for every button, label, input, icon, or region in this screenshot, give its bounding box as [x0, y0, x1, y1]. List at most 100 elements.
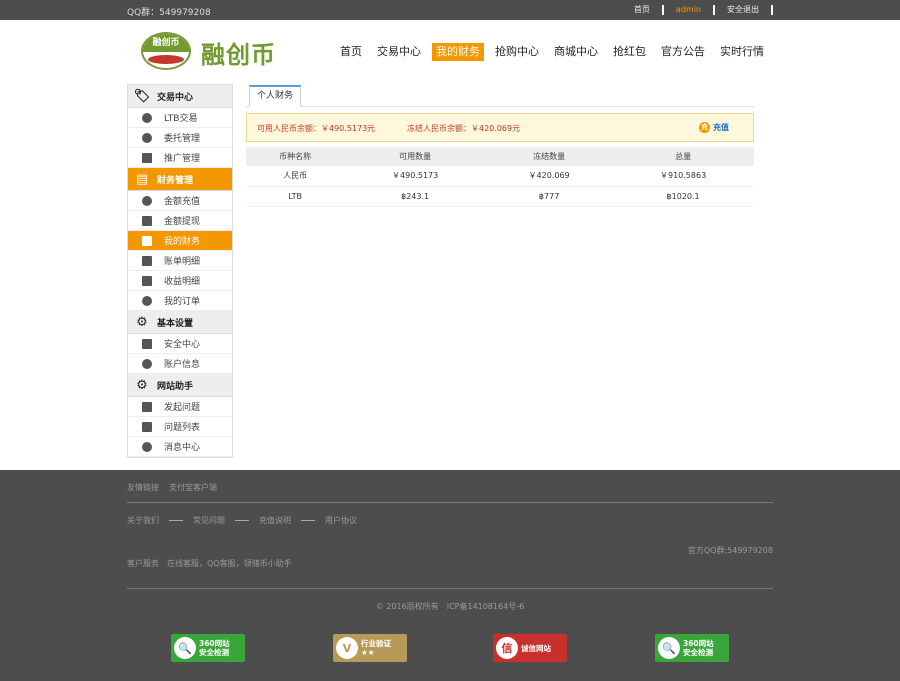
alipay-client-link[interactable]: 支付宝客户端: [169, 482, 217, 493]
pie-icon: [142, 295, 152, 306]
username-link[interactable]: admin: [664, 4, 713, 16]
sidebar-item-security[interactable]: 安全中心: [128, 334, 232, 354]
sidebar-section-assistant[interactable]: ⚙ 网站助手: [128, 374, 232, 397]
sidebar-item-label: 推广管理: [164, 154, 201, 164]
image-icon: [142, 152, 152, 163]
sidebar-item-label: 委托管理: [164, 134, 201, 144]
table-header-row: 币种名称 可用数量 冻结数量 总量: [246, 147, 754, 166]
finance-table: 币种名称 可用数量 冻结数量 总量 人民币 ￥490.5173 ￥420.069…: [246, 147, 754, 207]
tab-personal-finance[interactable]: 个人财务: [249, 85, 302, 107]
section-title: 财务管理: [157, 175, 194, 186]
section-title: 基本设置: [157, 318, 194, 329]
content-tabbar: 个人财务: [246, 84, 754, 107]
sidebar-item-label: 收益明细: [164, 277, 201, 287]
recharge-button[interactable]: 充 充值: [699, 122, 729, 133]
document-icon: [142, 421, 152, 432]
sidebar-section-settings[interactable]: ⚙ 基本设置: [128, 311, 232, 334]
sidebar-item-messages[interactable]: 消息中心: [128, 437, 232, 457]
sidebar-item-my-orders[interactable]: 我的订单: [128, 291, 232, 311]
about-us-link[interactable]: 关于我们: [127, 515, 159, 526]
nav-rush-buy[interactable]: 抢购中心: [491, 43, 543, 61]
badge-industry-verified[interactable]: V 行业验证 ★★: [333, 634, 407, 662]
sidebar-item-label: 消息中心: [164, 443, 201, 453]
badge-label: 360网站 安全检测: [683, 639, 714, 657]
user-agreement-link[interactable]: 用户协议: [325, 515, 357, 526]
about-links: 关于我们 常见问题 充值说明 用户协议: [127, 515, 357, 526]
badge-360-security[interactable]: 🔍 360网站 安全检测: [171, 634, 245, 662]
circle-icon: [142, 112, 152, 123]
table-cell: ￥420.069: [486, 166, 613, 187]
table-cell: ￥490.5173: [344, 166, 487, 187]
download-icon: [142, 195, 152, 206]
nav-home[interactable]: 首页: [336, 43, 366, 61]
column-header: 币种名称: [246, 147, 345, 166]
table-cell: ฿777: [486, 186, 613, 207]
sidebar-item-label: 问题列表: [164, 423, 201, 433]
bill-icon: [142, 255, 152, 266]
home-link[interactable]: 首页: [622, 4, 662, 16]
faq-link[interactable]: 常见问题: [193, 515, 225, 526]
friend-links-label: 友情链接: [127, 483, 159, 492]
magnifier-icon: 🔍: [658, 637, 680, 659]
recharge-icon: 充: [699, 122, 710, 133]
logout-link[interactable]: 安全退出: [715, 4, 771, 16]
column-header: 冻结数量: [486, 147, 613, 166]
sidebar-item-question-list[interactable]: 问题列表: [128, 417, 232, 437]
sidebar-item-withdraw[interactable]: 金额提现: [128, 211, 232, 231]
sidebar-section-finance[interactable]: ▤ 财务管理: [128, 168, 232, 191]
sidebar-item-income-detail[interactable]: 收益明细: [128, 271, 232, 291]
divider: [127, 502, 773, 503]
badge-label: 360网站 安全检测: [199, 639, 230, 657]
card-icon: [142, 215, 152, 226]
sidebar: 🏷 交易中心 LTB交易 委托管理 推广管理 ▤ 财务管理 金额充值 金额提现 …: [127, 84, 233, 458]
column-header: 可用数量: [344, 147, 487, 166]
sidebar-item-ask-question[interactable]: 发起问题: [128, 397, 232, 417]
divider: [771, 5, 773, 15]
sidebar-item-label: 我的订单: [164, 297, 201, 307]
list-icon: [142, 275, 152, 286]
badge-trusted-site[interactable]: 信 诚信网站: [493, 634, 567, 662]
sidebar-item-label: 安全中心: [164, 340, 201, 350]
table-cell: ฿1020.1: [612, 186, 754, 207]
available-balance: 可用人民币余额：￥490.5173元: [257, 124, 376, 133]
sidebar-item-promotion[interactable]: 推广管理: [128, 148, 232, 168]
tag-icon: 🏷: [133, 88, 151, 104]
edit-icon: [142, 401, 152, 412]
nav-market[interactable]: 实时行情: [716, 43, 768, 61]
sidebar-item-bill-detail[interactable]: 账单明细: [128, 251, 232, 271]
sidebar-item-label: 账户信息: [164, 360, 201, 370]
column-header: 总量: [612, 147, 754, 166]
nav-announcements[interactable]: 官方公告: [657, 43, 709, 61]
badge-label: 诚信网站: [521, 643, 551, 653]
sidebar-item-ltb-trade[interactable]: LTB交易: [128, 108, 232, 128]
sidebar-item-orders-manage[interactable]: 委托管理: [128, 128, 232, 148]
sidebar-item-my-finance[interactable]: 我的财务: [128, 231, 232, 251]
customer-service: 客户服务 在线客服，QQ客服，领储币小助手: [127, 559, 292, 568]
badge-360-security[interactable]: 🔍 360网站 安全检测: [655, 634, 729, 662]
logo-leaf-shape: [148, 55, 184, 64]
gear-icon: ⚙: [136, 314, 148, 330]
site-logo[interactable]: 融创币 融创币: [141, 32, 291, 72]
nav-red-packet[interactable]: 抢红包: [609, 43, 650, 61]
footer: 友情链接 支付宝客户端 关于我们 常见问题 充值说明 用户协议 官方QQ群:54…: [0, 470, 900, 681]
ledger-icon: ▤: [135, 171, 149, 187]
qq-group-text: QQ群：549979208: [127, 8, 211, 18]
nav-mall[interactable]: 商城中心: [550, 43, 602, 61]
sidebar-item-account-info[interactable]: 账户信息: [128, 354, 232, 374]
sidebar-item-label: 我的财务: [164, 237, 201, 247]
sidebar-item-label: 金额充值: [164, 197, 201, 207]
finance-icon: [142, 235, 152, 246]
table-cell: ฿243.1: [344, 186, 487, 207]
divider: [127, 588, 773, 589]
nav-my-finance[interactable]: 我的财务: [432, 43, 484, 61]
balance-notice: 可用人民币余额：￥490.5173元 冻结人民币余额：￥420.069元 充 充…: [246, 113, 754, 142]
table-row: 人民币 ￥490.5173 ￥420.069 ￥910.5863: [246, 166, 754, 187]
sidebar-item-recharge[interactable]: 金额充值: [128, 191, 232, 211]
sidebar-section-trade[interactable]: 🏷 交易中心: [128, 85, 232, 108]
copyright: © 2016版权所有 ICP备14108164号-6: [375, 602, 525, 611]
sidebar-item-label: 账单明细: [164, 257, 201, 267]
main-nav: 首页 交易中心 我的财务 抢购中心 商城中心 抢红包 官方公告 实时行情: [336, 43, 768, 61]
logo-badge: 融创币: [141, 32, 191, 70]
nav-trade-center[interactable]: 交易中心: [373, 43, 425, 61]
recharge-info-link[interactable]: 充值说明: [259, 515, 291, 526]
